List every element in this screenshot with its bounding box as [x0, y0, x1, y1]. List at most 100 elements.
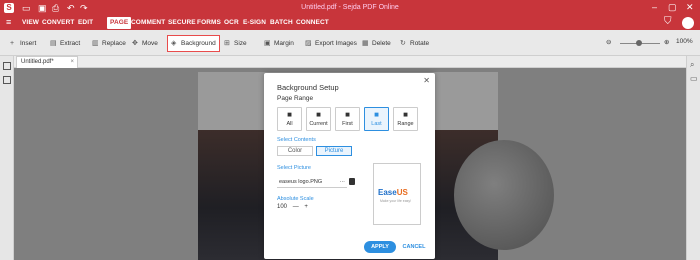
range-first-button[interactable]: ■ First — [335, 107, 360, 131]
menu-secure[interactable]: SECURE — [168, 19, 196, 26]
rotate-label: Rotate — [410, 40, 430, 47]
maximize-icon[interactable]: ▢ — [668, 2, 677, 13]
menu-ocr[interactable]: OCR — [224, 19, 239, 26]
size-icon: ⊞ — [224, 40, 230, 47]
replace-icon: ▥ — [92, 40, 99, 47]
scale-stepper: 100 — + — [277, 204, 312, 210]
content-color-option[interactable]: Color — [277, 146, 313, 156]
picture-file-field[interactable]: easeus logo.PNG ··· — [277, 176, 347, 188]
menu-convert[interactable]: CONVERT — [42, 19, 74, 26]
absolute-scale-label: Absolute Scale — [277, 196, 314, 202]
move-label: Move — [142, 40, 158, 47]
picture-file-name: easeus logo.PNG — [279, 179, 323, 185]
minimize-icon[interactable]: – — [652, 2, 657, 12]
zoom-out-icon[interactable]: ⊖ — [606, 38, 611, 46]
hamburger-menu-icon[interactable]: ≡ — [6, 17, 11, 27]
easeus-logo: EaseUS — [378, 188, 408, 197]
export-images-label: Export Images — [315, 40, 357, 47]
menu-comment[interactable]: COMMENT — [131, 19, 165, 26]
right-sidebar: ⌕ ▭ — [686, 56, 700, 260]
paint-bucket-icon: ◈ — [171, 40, 177, 47]
close-tab-icon[interactable]: × — [70, 57, 74, 68]
trash-icon: ▦ — [362, 40, 369, 47]
close-dialog-icon[interactable]: ✕ — [423, 76, 430, 85]
page-icon: ■ — [403, 110, 408, 119]
extract-icon: ▤ — [50, 40, 57, 47]
page-icon: ■ — [316, 110, 321, 119]
size-label: Size — [234, 40, 247, 47]
range-first-label: First — [342, 121, 353, 127]
document-tabs: Untitled.pdf* × — [14, 56, 686, 68]
menu-bar: ≡ VIEW CONVERT EDIT PAGE COMMENT SECURE … — [0, 16, 700, 30]
dialog-title: Background Setup — [277, 83, 339, 92]
folder-icon[interactable]: ▭ — [690, 74, 698, 83]
zoom-in-icon[interactable]: ⊕ — [664, 38, 669, 46]
close-window-icon[interactable]: ✕ — [686, 2, 694, 13]
page-toolbar: + Insert ▤ Extract ▥ Replace ✥ Move ◈ Backgro… — [0, 30, 700, 56]
document-tab[interactable]: Untitled.pdf* × — [16, 56, 78, 68]
menu-view[interactable]: VIEW — [22, 19, 39, 26]
menu-forms[interactable]: FORMS — [197, 19, 221, 26]
browse-more-icon[interactable]: ··· — [340, 176, 346, 188]
margin-button[interactable]: ▣ Margin — [264, 38, 294, 49]
apply-button[interactable]: APPLY — [364, 241, 396, 253]
select-contents-label: Select Contents — [277, 137, 316, 143]
menu-edit[interactable]: EDIT — [78, 19, 93, 26]
move-button[interactable]: ✥ Move — [132, 38, 158, 49]
window-title: Untitled.pdf - Sejda PDF Online — [301, 4, 399, 11]
extract-label: Extract — [60, 40, 81, 47]
page-icon: ■ — [345, 110, 350, 119]
size-button[interactable]: ⊞ Size — [224, 38, 247, 49]
range-all-label: All — [286, 121, 293, 127]
thumbnails-icon[interactable] — [3, 62, 11, 70]
range-range-label: Range — [397, 121, 414, 127]
zoom-level: 100% — [676, 38, 693, 45]
logo-tagline: Make your life easy! — [380, 199, 412, 203]
remove-picture-icon[interactable] — [349, 178, 355, 185]
insert-button[interactable]: + Insert — [10, 38, 36, 49]
zoom-slider-handle[interactable] — [636, 40, 642, 46]
select-picture-label: Select Picture — [277, 165, 311, 171]
range-last-label: Last — [371, 121, 382, 127]
bookmarks-icon[interactable] — [3, 76, 11, 84]
range-last-button[interactable]: ■ Last — [364, 107, 389, 131]
left-sidebar — [0, 56, 14, 260]
range-current-button[interactable]: ■ Current — [306, 107, 331, 131]
increase-scale-icon[interactable]: + — [304, 204, 308, 210]
zoom-control: ⊖ ⊕ 100% — [606, 38, 696, 50]
page-icon: ■ — [374, 110, 379, 119]
picture-preview: EaseUS Make your life easy! — [373, 163, 421, 225]
background-button[interactable]: ◈ Background — [167, 35, 220, 52]
image-icon: ▨ — [305, 40, 312, 47]
search-icon[interactable]: ⌕ — [690, 60, 694, 70]
scale-value[interactable]: 100 — [277, 204, 287, 210]
delete-button[interactable]: ▦ Delete — [362, 38, 391, 49]
replace-label: Replace — [102, 40, 126, 47]
page-icon: ■ — [287, 110, 292, 119]
margin-label: Margin — [274, 40, 294, 47]
background-label: Background — [181, 40, 216, 47]
menu-page[interactable]: PAGE — [107, 17, 132, 29]
replace-button[interactable]: ▥ Replace — [92, 38, 126, 49]
insert-icon: + — [10, 40, 15, 47]
decrease-scale-icon[interactable]: — — [293, 204, 299, 210]
menu-connect[interactable]: CONNECT — [296, 19, 329, 26]
range-range-button[interactable]: ■ Range — [393, 107, 418, 131]
page-range-label: Page Range — [277, 95, 314, 102]
background-setup-dialog: ✕ Background Setup Page Range ■ All ■ Cu… — [264, 73, 435, 259]
range-all-button[interactable]: ■ All — [277, 107, 302, 131]
menu-esign[interactable]: E-SIGN — [243, 19, 266, 26]
title-bar: S ▭ ▣ ⎙ ↶ ↷ Untitled.pdf - Sejda PDF Onl… — [0, 0, 700, 16]
content-picture-option[interactable]: Picture — [316, 146, 352, 156]
extract-button[interactable]: ▤ Extract — [50, 38, 80, 49]
delete-label: Delete — [372, 40, 391, 47]
move-icon: ✥ — [132, 40, 138, 47]
cancel-button[interactable]: CANCEL — [402, 241, 426, 253]
export-images-button[interactable]: ▨ Export Images — [305, 38, 357, 49]
rotate-button[interactable]: ↻ Rotate — [400, 38, 429, 49]
cart-icon[interactable]: ⛉ — [664, 16, 672, 27]
avatar[interactable] — [682, 17, 694, 29]
menu-batch[interactable]: BATCH — [270, 19, 293, 26]
rotate-icon: ↻ — [400, 40, 406, 47]
range-current-label: Current — [309, 121, 328, 127]
